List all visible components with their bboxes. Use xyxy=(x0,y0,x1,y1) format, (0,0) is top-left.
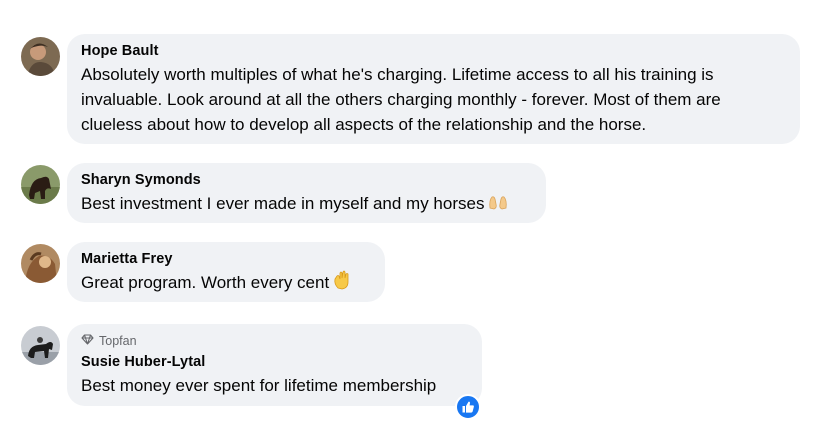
commenter-name[interactable]: Susie Huber-Lytal xyxy=(81,353,470,372)
comment-bubble: Hope Bault Absolutely worth multiples of… xyxy=(67,34,800,144)
comment-bubble: Topfan Susie Huber-Lytal Best money ever… xyxy=(67,324,482,406)
waving-hand-icon xyxy=(333,270,351,297)
commenter-name[interactable]: Sharyn Symonds xyxy=(81,171,534,190)
comment-text: Absolutely worth multiples of what he's … xyxy=(81,62,788,137)
raising-hands-icon xyxy=(488,192,508,217)
avatar[interactable] xyxy=(21,37,60,76)
comment-text-line: Absolutely worth multiples of what he's … xyxy=(81,65,714,84)
comment-text-line: clueless about how to develop all aspect… xyxy=(81,115,647,134)
avatar[interactable] xyxy=(21,326,60,365)
avatar[interactable] xyxy=(21,165,60,204)
badge-label: Topfan xyxy=(99,334,137,348)
comment-text: Great program. Worth every cent xyxy=(81,270,373,297)
comment-bubble: Sharyn Symonds Best investment I ever ma… xyxy=(67,163,546,223)
comment-text: Best investment I ever made in myself an… xyxy=(81,191,534,217)
commenter-name[interactable]: Marietta Frey xyxy=(81,250,373,269)
comment-text-body: Great program. Worth every cent xyxy=(81,273,330,292)
diamond-icon xyxy=(81,333,94,349)
topfan-badge: Topfan xyxy=(81,333,470,349)
comment-text-body: Best investment I ever made in myself an… xyxy=(81,194,485,213)
comment-bubble: Marietta Frey Great program. Worth every… xyxy=(67,242,385,302)
comment-text-line: invaluable. Look around at all the other… xyxy=(81,90,721,109)
commenter-name[interactable]: Hope Bault xyxy=(81,42,788,61)
avatar[interactable] xyxy=(21,244,60,283)
comment-text: Best money ever spent for lifetime membe… xyxy=(81,376,437,395)
like-icon[interactable] xyxy=(455,394,481,420)
